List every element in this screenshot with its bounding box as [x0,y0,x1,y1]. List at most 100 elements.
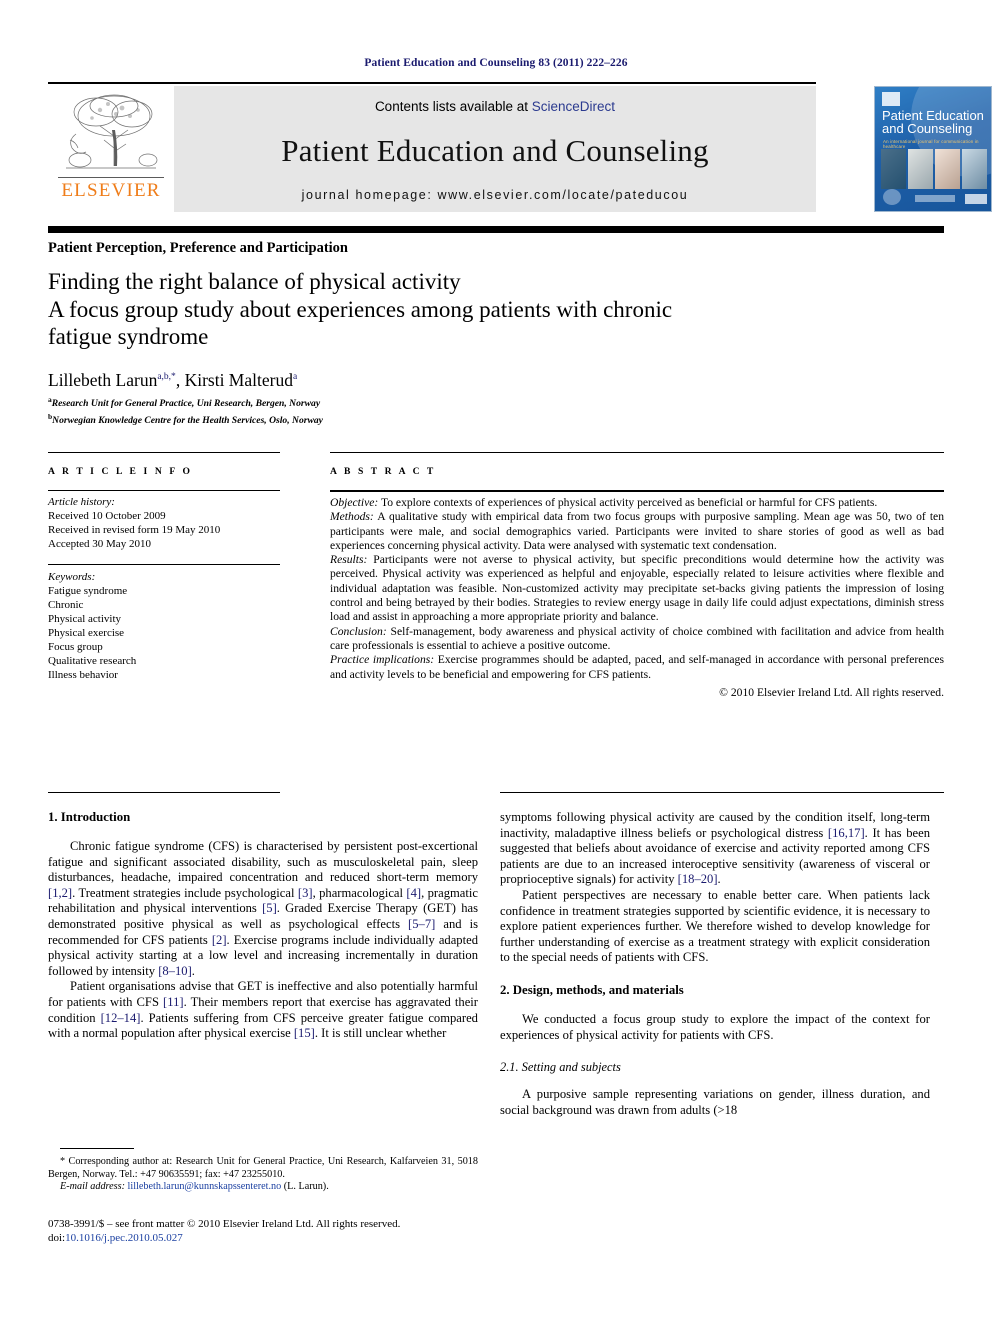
journal-cover-thumbnail: Patient Education and Counseling An inte… [874,86,992,212]
abstract-practice-label: Practice implications: [330,653,435,667]
citation-ref[interactable]: [5] [262,901,277,915]
keyword-item: Qualitative research [48,655,137,667]
citation-ref[interactable]: [3] [298,886,313,900]
cover-badge-mid-icon [915,195,955,202]
running-head: Patient Education and Counseling 83 (201… [364,57,628,69]
author-1-name: Lillebeth Larun [48,370,158,390]
heading-setting-and-subjects: 2.1. Setting and subjects [500,1060,621,1075]
author-2-name: Kirsti Malterud [184,370,293,390]
abstract-body: Objective: To explore contexts of experi… [330,496,944,700]
masthead-center-panel: Contents lists available at ScienceDirec… [174,86,816,212]
abstract-top-rule [330,452,944,454]
cover-subtitle: An international journal for communicati… [883,139,979,149]
citation-ref[interactable]: [5–7] [408,917,435,931]
abstract-objective: Objective: To explore contexts of experi… [330,496,944,510]
article-subtitle-line1: A focus group study about experiences am… [48,296,673,322]
citation-ref[interactable]: [2] [212,933,227,947]
article-history-revised: Received in revised form 19 May 2010 [48,524,221,536]
body-paragraph: We conducted a focus group study to expl… [500,1011,930,1042]
p1-seg-a: Chronic fatigue syndrome (CFS) is charac… [48,839,478,885]
doi-line: doi:10.1016/j.pec.2010.05.027 [48,1232,488,1246]
contents-available-line: Contents lists available at ScienceDirec… [375,99,615,114]
doi-link[interactable]: 10.1016/j.pec.2010.05.027 [65,1232,183,1244]
cover-elsevier-mark-icon [882,92,900,106]
journal-homepage-link[interactable]: journal homepage: www.elsevier.com/locat… [302,188,689,202]
abstract-mid-rule [330,490,944,493]
article-history-label: Article history: [48,496,115,508]
citation-ref[interactable]: [18–20] [678,872,718,886]
issn-copyright-line: 0738-3991/$ – see front matter © 2010 El… [48,1218,401,1230]
p1-seg-h: . [191,963,195,978]
citation-ref[interactable]: [12–14] [101,1011,141,1025]
article-title: Finding the right balance of physical ac… [48,268,748,351]
body-paragraph: symptoms following physical activity are… [500,810,930,888]
keyword-item: Chronic [48,599,84,611]
cover-photo-2 [908,149,933,189]
doi-prefix: doi: [48,1231,66,1244]
citation-ref[interactable]: [15] [294,1026,315,1040]
article-history-accepted: Accepted 30 May 2010 [48,538,151,550]
abstract-conclusion: Conclusion: Self-management, body awaren… [330,625,944,654]
section-divider-bar [48,226,944,233]
cover-photo-3 [935,149,960,189]
body-right-top-rule [500,792,944,794]
cover-photo-1 [881,149,906,189]
article-info-heading: A R T I C L E I N F O [48,466,193,477]
keywords-block: Keywords: Fatigue syndrome Chronic Physi… [48,570,288,682]
author-2-affiliation-marker: a [292,372,298,383]
p2-seg-d: . It is still unclear whether [314,1026,447,1041]
keywords-label: Keywords: [48,571,96,583]
email-address-label: E-mail address: [60,1181,125,1193]
keywords-top-rule [48,564,280,566]
author-list: Lillebeth Laruna,b,*, Kirsti Malteruda [48,370,297,391]
keyword-item: Illness behavior [48,669,118,681]
citation-ref[interactable]: [16,17] [828,826,865,840]
author-separator: , [175,370,185,390]
citation-ref[interactable]: [8–10] [158,964,192,978]
article-history-block: Article history: Received 10 October 200… [48,495,288,551]
article-subtitle-line2: fatigue syndrome [48,324,209,349]
citation-ref[interactable]: [1,2] [48,886,72,900]
body-paragraph: A purposive sample representing variatio… [500,1087,930,1117]
email-address-suffix: (L. Larun). [281,1181,329,1193]
article-info-top-rule [48,452,280,454]
abstract-methods-text: A qualitative study with empirical data … [330,510,944,552]
cover-badge-left-icon [883,189,901,205]
article-history-received: Received 10 October 2009 [48,510,166,522]
affiliation-a-text: Research Unit for General Practice, Uni … [51,398,321,410]
footnote-block: * Corresponding author at: Research Unit… [48,1156,478,1194]
citation-ref[interactable]: [11] [163,995,184,1009]
email-note: E-mail address: lillebeth.larun@kunnskap… [48,1181,478,1194]
cover-title: Patient Education and Counseling [882,108,984,136]
cover-photo-strip [881,149,987,189]
elsevier-logo: ELSEVIER [48,86,174,212]
abstract-conclusion-label: Conclusion: [330,624,387,638]
footnote-separator-rule [60,1148,134,1150]
abstract-results-label: Results: [330,553,368,567]
heading-introduction: 1. Introduction [48,810,131,824]
abstract-conclusion-text: Self-management, body awareness and phys… [330,624,944,652]
affiliation-b-text: Norwegian Knowledge Centre for the Healt… [52,414,323,426]
abstract-practice-implications: Practice implications: Exercise programm… [330,653,944,682]
p1-seg-c: , pharmacological [312,885,407,900]
keyword-item: Physical exercise [48,627,125,639]
contents-prefix: Contents lists available at [374,99,532,114]
abstract-results-text: Participants were not averse to physical… [330,553,944,624]
elsevier-wordmark: ELSEVIER [61,180,161,201]
sciencedirect-link[interactable]: ScienceDirect [532,99,615,114]
abstract-results: Results: Participants were not averse to… [330,553,944,624]
body-paragraph: Patient perspectives are necessary to en… [500,887,930,965]
elsevier-logo-underline [58,176,164,178]
body-column-right: symptoms following physical activity are… [500,810,930,1118]
abstract-objective-label: Objective: [330,496,379,509]
corresponding-author-text: Corresponding author at: Research Unit f… [48,1156,478,1180]
cover-badge-right-icon [965,194,987,204]
masthead-inner: ELSEVIER Contents lists available at Sci… [48,86,816,212]
imprint-block: 0738-3991/$ – see front matter © 2010 El… [48,1218,488,1245]
citation-ref[interactable]: [4] [406,886,421,900]
body-column-left: 1. Introduction Chronic fatigue syndrome… [48,810,478,1042]
abstract-copyright: © 2010 Elsevier Ireland Ltd. All rights … [719,685,944,699]
email-address-link[interactable]: lillebeth.larun@kunnskapssenteret.no [125,1181,282,1192]
p3-seg-c: . [717,872,721,887]
article-info-mid-rule [48,490,280,492]
